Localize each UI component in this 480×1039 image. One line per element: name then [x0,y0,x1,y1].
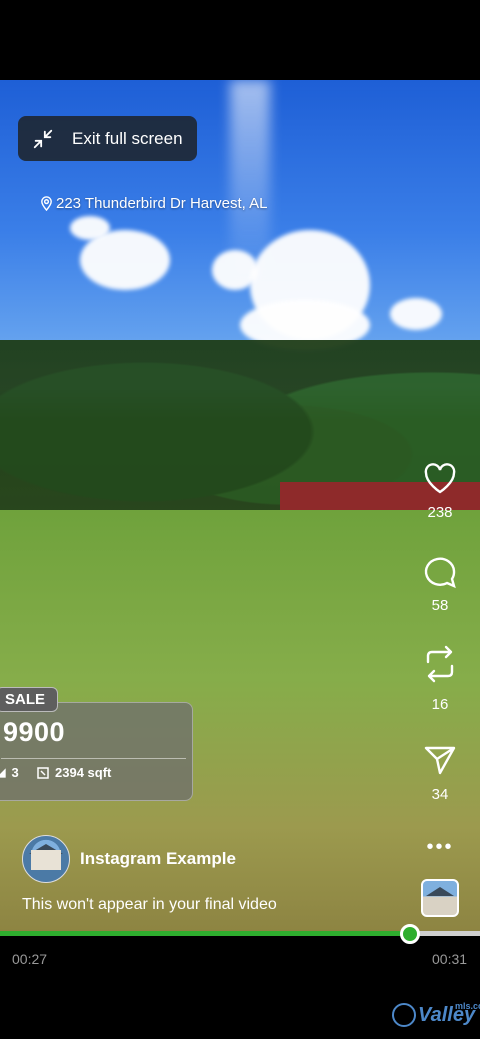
exit-fullscreen-button[interactable]: Exit full screen [18,116,197,161]
listing-card: 9900 ◢ 3 2394 sqft [0,702,193,801]
area-icon [37,766,49,779]
avatar-house [31,850,61,870]
sqft-value: 2394 sqft [55,765,112,780]
watermark-logo: Valley mls.com [392,1001,480,1027]
share-count: 34 [431,786,449,803]
more-options-button[interactable]: ••• [418,836,462,859]
repost-icon [426,645,454,683]
price: 9900 [3,717,66,747]
repost-action[interactable]: 16 [418,644,462,713]
address-text: 223 Thunderbird Dr Harvest, AL [56,195,268,212]
address-tag: 223 Thunderbird Dr Harvest, AL [40,195,268,212]
comment-action[interactable]: 58 [418,555,462,614]
bed-icon: ◢ [0,767,6,779]
send-icon [424,746,456,775]
current-time: 00:27 [12,951,48,967]
heart-icon [424,463,456,494]
location-pin-icon [41,196,52,211]
cloud [70,216,110,240]
comment-icon [424,557,456,589]
like-action[interactable]: 238 [418,463,462,521]
caption: This won't appear in your final video [22,896,277,913]
sale-badge: SALE [0,687,58,712]
repost-count: 16 [431,696,449,713]
card-divider [1,758,186,759]
beds-count: 3 [11,765,19,780]
collapse-icon [33,129,53,148]
watermark-suffix: mls.com [455,1001,480,1011]
total-time: 00:31 [432,951,468,967]
thumbnail-roof [426,887,454,896]
avatar[interactable] [22,835,70,883]
sqft: 2394 sqft [37,765,111,780]
comment-count: 58 [431,597,449,614]
more-icon: ••• [426,836,454,858]
progress-bar[interactable] [0,924,480,944]
audio-thumbnail[interactable] [421,879,459,917]
cloud [390,298,442,330]
share-action[interactable]: 34 [418,744,462,803]
exit-fullscreen-label: Exit full screen [72,128,183,148]
account-name[interactable]: Instagram Example [80,849,236,869]
valley-logo-icon [392,1003,416,1027]
progress-handle[interactable] [400,924,420,944]
like-count: 238 [427,504,453,521]
progress-fill [0,931,410,936]
beds: ◢ 3 [0,765,19,780]
